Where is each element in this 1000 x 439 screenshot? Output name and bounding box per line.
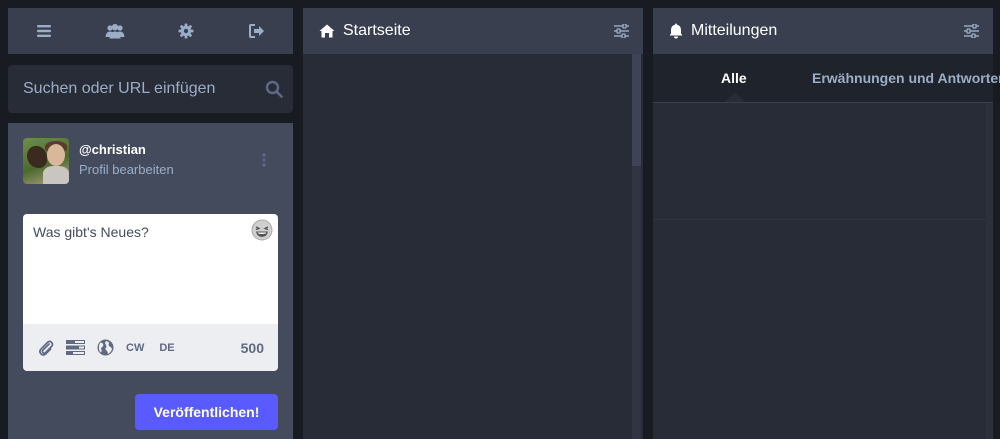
globe-icon (97, 339, 114, 356)
language-button[interactable]: DE (159, 342, 174, 354)
search-icon[interactable] (265, 80, 283, 98)
character-counter: 500 (240, 339, 264, 356)
logout-button[interactable] (239, 13, 275, 49)
users-icon (105, 24, 125, 39)
local-timeline-button[interactable] (97, 13, 133, 49)
home-column-settings-button[interactable] (614, 24, 629, 38)
home-column-title: Startseite (343, 22, 411, 39)
compose-textarea-wrapper (23, 214, 278, 324)
notification-filter-bar: Alle Erwähnungen und Antworten (653, 54, 1000, 103)
getting-started-button[interactable] (26, 13, 62, 49)
notifications-column-settings-button[interactable] (964, 24, 979, 38)
notifications-column-header[interactable]: Mitteilungen (653, 8, 993, 54)
search-input[interactable] (8, 80, 265, 98)
search-bar (8, 65, 293, 113)
compose-textarea[interactable] (23, 214, 278, 324)
account-username[interactable]: @christian (79, 142, 174, 157)
home-column-header[interactable]: Startseite (303, 8, 643, 54)
preferences-button[interactable] (168, 13, 204, 49)
filter-all-tab[interactable]: Alle (721, 70, 747, 86)
navigation-bar: @christian Profil bearbeiten (23, 138, 174, 184)
laughing-emoji-icon (251, 219, 273, 241)
emoji-picker-button[interactable] (251, 219, 273, 241)
sliders-icon (964, 24, 979, 38)
filter-mentions-tab[interactable]: Erwähnungen und Antworten (812, 70, 1000, 86)
divider (653, 219, 986, 220)
publish-button[interactable]: Veröffentlichen! (135, 394, 278, 430)
compose-toolbar: CW DE 500 (23, 324, 278, 371)
drawer-header (8, 8, 293, 54)
notifications-scrollbar[interactable] (986, 103, 993, 439)
compose-drawer: @christian Profil bearbeiten (8, 8, 293, 439)
ellipsis-vertical-icon (262, 153, 266, 167)
sign-out-icon (249, 24, 265, 38)
content-warning-button[interactable]: CW (126, 342, 144, 354)
compose-form: @christian Profil bearbeiten Was gibt's … (8, 123, 293, 439)
poll-icon (66, 340, 85, 355)
home-scrollbar[interactable] (632, 54, 641, 439)
sliders-icon (614, 24, 629, 38)
account-menu-button[interactable] (262, 153, 266, 167)
edit-profile-link[interactable]: Profil bearbeiten (79, 162, 174, 177)
menu-icon (36, 25, 51, 37)
home-icon (319, 24, 335, 38)
home-column: Startseite (303, 8, 643, 439)
visibility-button[interactable] (97, 339, 114, 356)
notifications-column-title: Mitteilungen (691, 22, 778, 39)
paperclip-icon (39, 340, 54, 356)
notifications-column: Mitteilungen Alle Erwähnungen und Antwor… (653, 8, 1000, 439)
avatar[interactable] (23, 138, 69, 184)
poll-button[interactable] (66, 340, 85, 355)
active-filter-indicator (725, 92, 745, 102)
attach-media-button[interactable] (38, 340, 54, 356)
home-scrollbar-thumb[interactable] (632, 54, 641, 166)
gear-icon (178, 23, 194, 39)
bell-icon (669, 23, 683, 39)
